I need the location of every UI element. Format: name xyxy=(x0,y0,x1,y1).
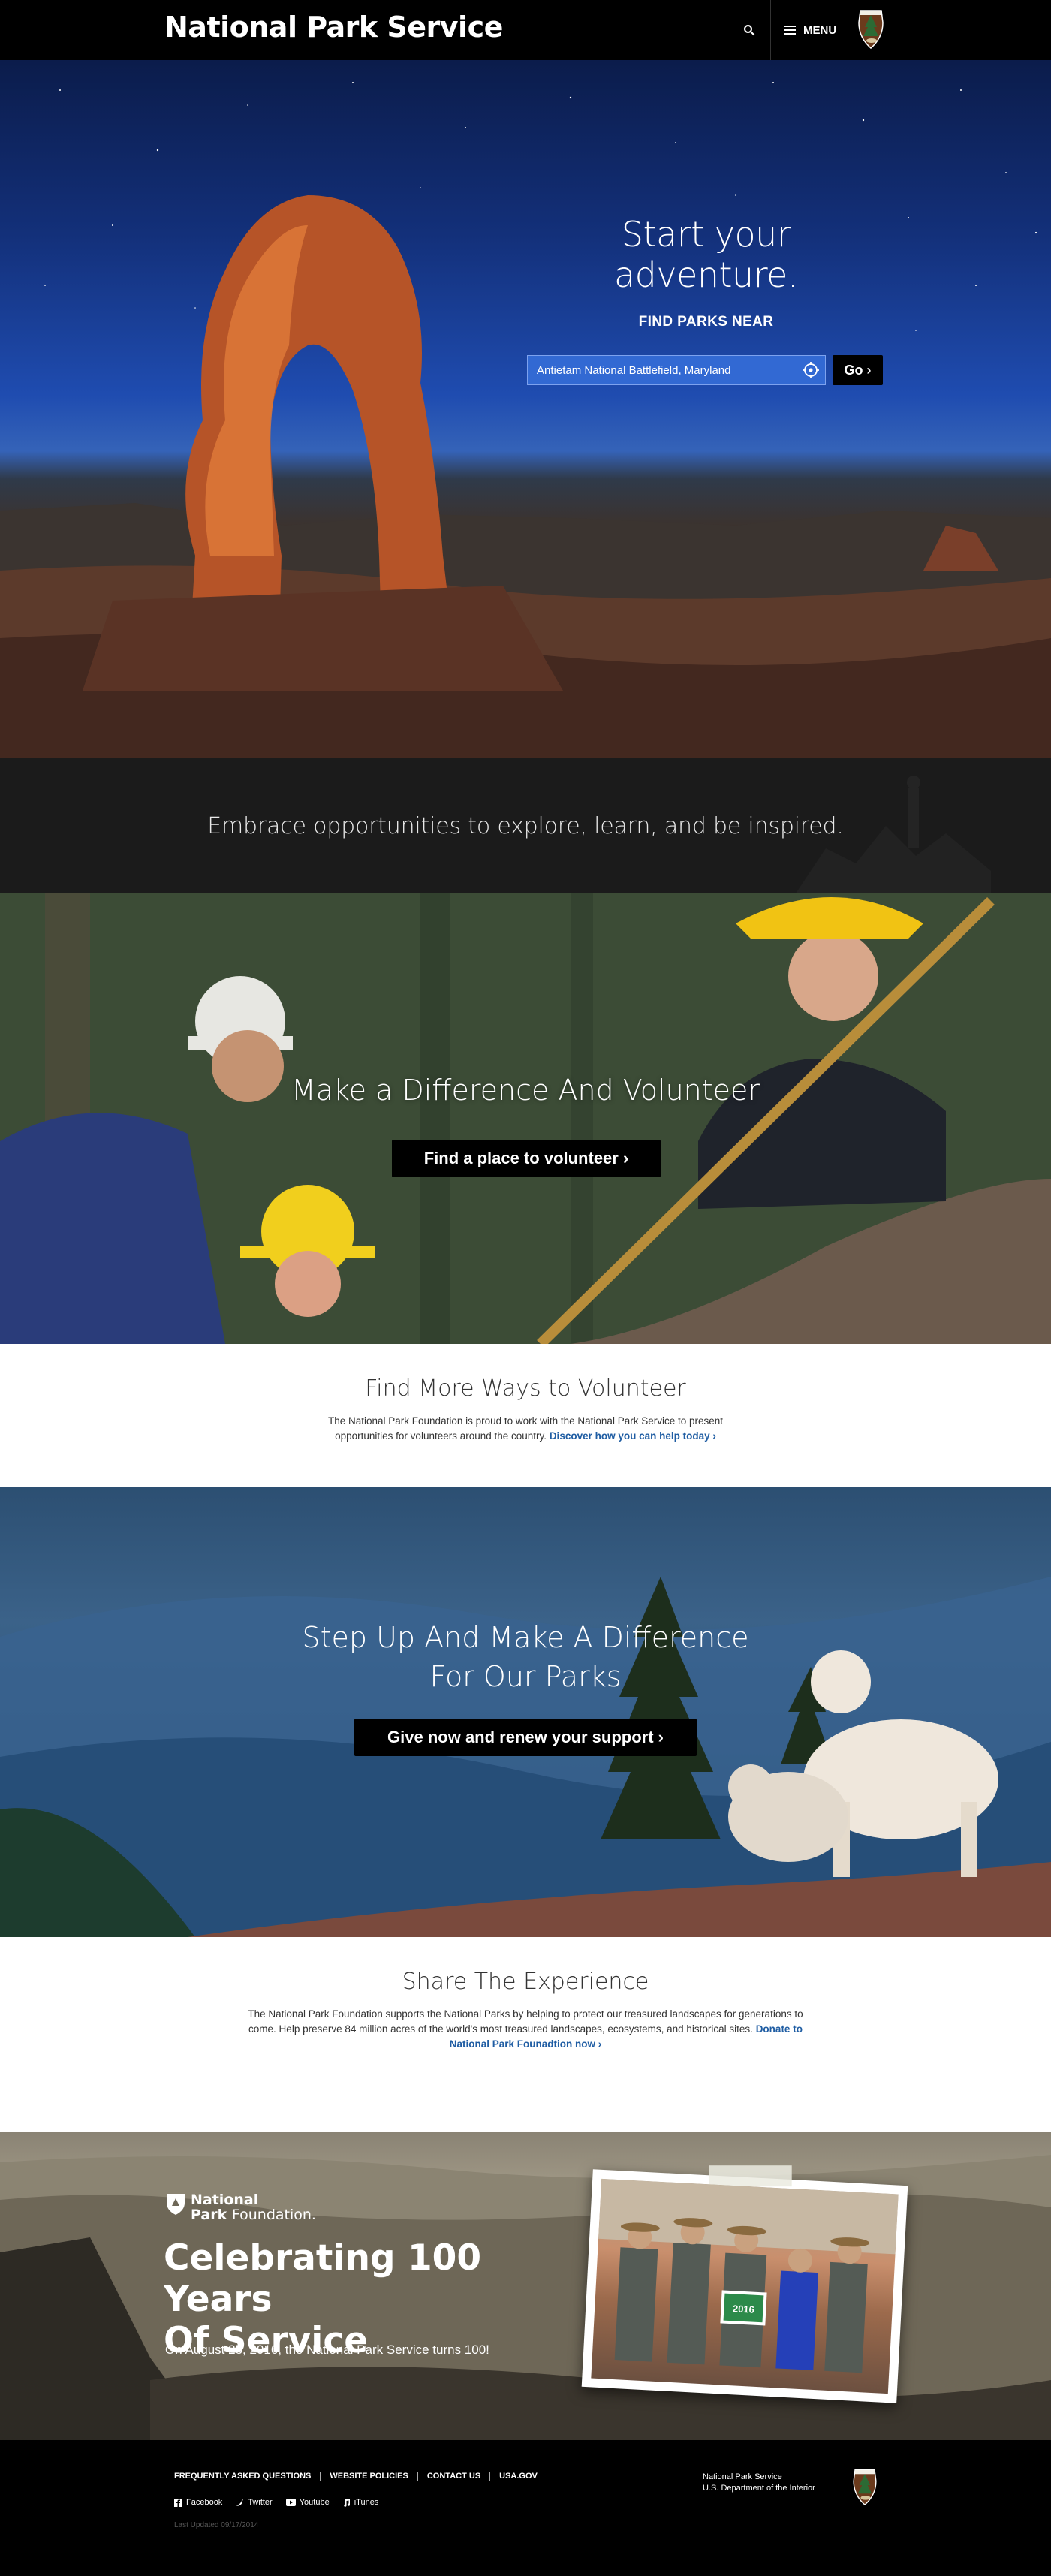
donate-support-button[interactable]: Give now and renew your support › xyxy=(354,1719,697,1756)
go-button[interactable]: Go › xyxy=(833,355,883,385)
last-updated: Last Updated 09/17/2014 xyxy=(174,2521,259,2529)
nps-arrowhead-icon[interactable] xyxy=(851,2467,879,2506)
rangers-photo-image: 2016 xyxy=(591,2178,899,2394)
more-volunteer-title: Find More Ways to Volunteer xyxy=(365,1375,686,1402)
itunes-label: iTunes xyxy=(354,2498,379,2507)
support-title-line1: Step Up And Make A Difference xyxy=(302,1621,749,1654)
find-parks-label: FIND PARKS NEAR xyxy=(638,314,774,330)
share-body: The National Park Foundation supports th… xyxy=(248,2007,803,2052)
npf-wordmark: National Park Foundation. xyxy=(191,2192,316,2222)
hamburger-icon xyxy=(784,26,796,35)
share-section: Share The Experience The National Park F… xyxy=(0,1937,1051,2132)
find-volunteer-button[interactable]: Find a place to volunteer › xyxy=(392,1140,661,1177)
site-header: National Park Service MENU xyxy=(0,0,1051,60)
centennial-subtitle: On August 25, 2016, the National Park Se… xyxy=(165,2343,489,2357)
footer-agency: National Park Service U.S. Department of… xyxy=(703,2472,815,2494)
footer-link-usagov[interactable]: USA.GOV xyxy=(499,2472,538,2481)
crosshair-locate-icon[interactable] xyxy=(802,361,820,379)
youtube-icon xyxy=(285,2499,296,2506)
nps-arrowhead-icon[interactable] xyxy=(856,8,886,50)
tagline-text: Embrace opportunities to explore, learn,… xyxy=(207,812,844,839)
footer-link-contact[interactable]: CONTACT US xyxy=(427,2472,480,2481)
hero-section: Start your adventure. FIND PARKS NEAR Go… xyxy=(0,60,1051,758)
facebook-label: Facebook xyxy=(186,2498,223,2507)
footer-separator xyxy=(417,2472,418,2481)
npf-line2: Park xyxy=(191,2207,227,2223)
menu-label: MENU xyxy=(803,23,837,37)
twitter-icon xyxy=(236,2499,244,2506)
header-divider xyxy=(770,0,771,60)
twitter-link[interactable]: Twitter xyxy=(236,2498,273,2507)
search-icon xyxy=(744,25,755,36)
share-title: Share The Experience xyxy=(402,1969,649,1995)
agency-name: National Park Service xyxy=(703,2472,782,2481)
footer-separator xyxy=(489,2472,491,2481)
sign-text: 2016 xyxy=(733,2303,755,2315)
site-brand[interactable]: National Park Service xyxy=(164,11,503,44)
centennial-title-line1: Celebrating 100 Years xyxy=(164,2237,482,2320)
facebook-link[interactable]: Facebook xyxy=(174,2498,222,2507)
facebook-icon xyxy=(174,2498,182,2507)
menu-button[interactable]: MENU xyxy=(784,0,836,60)
rangers-group: 2016 xyxy=(598,2178,899,2373)
footer-link-policies[interactable]: WEBSITE POLICIES xyxy=(330,2472,408,2481)
site-footer: FREQUENTLY ASKED QUESTIONS WEBSITE POLIC… xyxy=(0,2440,1051,2576)
itunes-music-icon xyxy=(344,2498,350,2507)
support-title: Step Up And Make A Difference For Our Pa… xyxy=(0,1618,1051,1696)
more-volunteer-section: Find More Ways to Volunteer The National… xyxy=(0,1344,1051,1487)
npf-line1: National xyxy=(191,2192,259,2208)
footer-links: FREQUENTLY ASKED QUESTIONS WEBSITE POLIC… xyxy=(174,2472,538,2481)
share-text: The National Park Foundation supports th… xyxy=(248,2008,803,2035)
hero-title: Start your adventure. xyxy=(613,214,799,295)
youtube-link[interactable]: Youtube xyxy=(285,2498,330,2507)
discover-help-link[interactable]: Discover how you can help today › xyxy=(550,1430,716,1442)
photo-tape xyxy=(709,2165,792,2187)
support-title-line2: For Our Parks xyxy=(429,1660,622,1693)
footer-link-faq[interactable]: FREQUENTLY ASKED QUESTIONS xyxy=(174,2472,311,2481)
mountain-goats-photo xyxy=(0,1577,1051,1937)
volunteer-title: Make a Difference And Volunteer xyxy=(291,1074,760,1107)
delicate-arch xyxy=(83,195,563,691)
volunteers-photo xyxy=(0,893,1051,1344)
national-park-foundation-logo[interactable]: National Park Foundation. xyxy=(165,2192,316,2222)
support-section: Step Up And Make A Difference For Our Pa… xyxy=(0,1487,1051,1937)
footer-separator xyxy=(320,2472,321,2481)
centennial-section: National Park Foundation. Celebrating 10… xyxy=(0,2132,1051,2440)
tagline-band: Embrace opportunities to explore, learn,… xyxy=(0,758,1051,893)
youtube-label: Youtube xyxy=(299,2498,330,2507)
park-search-input[interactable] xyxy=(527,355,826,385)
rangers-photo[interactable]: 2016 xyxy=(581,2165,908,2403)
more-volunteer-body: The National Park Foundation is proud to… xyxy=(308,1414,743,1444)
agency-department: U.S. Department of the Interior xyxy=(703,2484,815,2493)
npf-line2b: Foundation. xyxy=(231,2207,316,2223)
twitter-label: Twitter xyxy=(248,2498,273,2507)
itunes-link[interactable]: iTunes xyxy=(343,2498,379,2507)
volunteer-section: Make a Difference And Volunteer Find a p… xyxy=(0,893,1051,1344)
npf-arrowhead-icon xyxy=(167,2194,185,2215)
search-button[interactable] xyxy=(728,0,770,60)
footer-social: Facebook Twitter Youtube iTunes xyxy=(174,2498,378,2507)
